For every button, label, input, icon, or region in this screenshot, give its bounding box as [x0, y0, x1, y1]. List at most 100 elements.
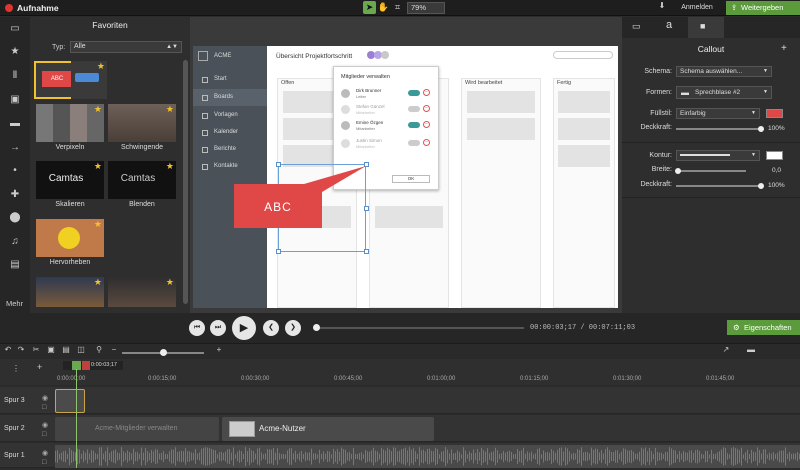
opacity2-label: Deckkraft:	[640, 181, 672, 188]
acme-nav-item: Kalender	[214, 129, 239, 135]
boards-icon	[202, 95, 208, 101]
remove-icon: −	[423, 105, 430, 112]
outline-opacity-knob[interactable]	[758, 183, 764, 189]
download-icon[interactable]: ⬇	[656, 1, 668, 14]
text-properties-tab[interactable]: a	[666, 19, 672, 31]
next-icon[interactable]: ❯	[285, 320, 301, 336]
opacity-slider[interactable]	[676, 128, 762, 130]
forms-select[interactable]: ▬ Sprechblase #2 ▼	[676, 86, 772, 99]
step-back-icon[interactable]: ⏮	[189, 320, 205, 336]
zoom-in-icon[interactable]: +	[213, 345, 225, 357]
hand-tool-icon[interactable]: ✋	[377, 1, 390, 14]
transitions-icon[interactable]: ▬	[7, 117, 23, 131]
annotations-icon[interactable]: ▣	[7, 93, 23, 107]
callout-properties-tab[interactable]: ■	[700, 21, 705, 31]
callout-thumb: ABC	[42, 71, 72, 87]
add-icon[interactable]: +	[781, 43, 787, 54]
playback-scrubber[interactable]	[316, 327, 524, 329]
timeline-toolbar	[0, 343, 800, 359]
zoom-select[interactable]: 79%	[407, 2, 445, 14]
media-icon[interactable]: ▭	[7, 22, 23, 36]
lock-icon[interactable]: □	[42, 459, 46, 466]
detach-icon[interactable]: ↗	[720, 345, 732, 357]
member-role: Leiter	[356, 94, 367, 99]
acme-nav-item: Start	[214, 76, 227, 82]
region-marker[interactable]	[82, 361, 90, 370]
chevron-down-icon: ▼	[763, 68, 768, 74]
timeline-zoom-knob[interactable]	[160, 349, 167, 356]
track-options-icon[interactable]: ⋮	[12, 364, 20, 373]
media-clip-faded[interactable]: Acme-Mitglieder verwalten	[55, 417, 219, 441]
column-header: Offen	[281, 80, 295, 86]
favorite-tile-landscape-1[interactable]: ★	[36, 277, 104, 307]
waveform	[55, 447, 800, 466]
undo-icon[interactable]: ↶	[2, 345, 14, 357]
add-track-icon[interactable]: +	[37, 362, 42, 372]
outline-color-swatch[interactable]	[766, 151, 783, 160]
type-select[interactable]: Alle ▲▼	[70, 41, 182, 53]
favorite-tile-landscape-2[interactable]: ★	[108, 277, 176, 307]
width-value[interactable]: 0,0	[772, 167, 781, 174]
resize-handle[interactable]	[276, 249, 281, 254]
audio-effects-icon[interactable]: ♫	[7, 235, 23, 249]
member-avatar	[341, 139, 350, 148]
zoom-out-icon[interactable]: −	[108, 345, 120, 357]
crop-tool-icon[interactable]: ⌗	[391, 1, 404, 14]
favorites-star-icon[interactable]: ★	[7, 45, 23, 59]
favorites-scrollbar[interactable]	[183, 60, 188, 304]
paste-icon[interactable]: ▤	[60, 345, 72, 357]
width-slider[interactable]	[676, 170, 746, 172]
previous-icon[interactable]: ❮	[263, 320, 279, 336]
schema-value: Schema auswählen...	[680, 68, 743, 75]
eye-icon[interactable]: ◉	[42, 421, 48, 429]
voice-narration-icon[interactable]: ⬤	[7, 211, 23, 225]
outline-opacity-slider[interactable]	[676, 185, 762, 187]
zoom-icon[interactable]: ⚲	[93, 345, 105, 357]
contacts-icon	[202, 164, 208, 170]
resize-handle[interactable]	[364, 249, 369, 254]
scrubber-knob[interactable]	[313, 324, 320, 331]
board-card	[558, 145, 610, 167]
behaviors-icon[interactable]: →	[7, 141, 23, 155]
play-button[interactable]: ▶	[232, 316, 256, 340]
width-slider-knob[interactable]	[675, 168, 681, 174]
visual-properties-tab[interactable]: ▭	[632, 21, 641, 32]
interactivity-icon[interactable]: ▤	[7, 258, 23, 272]
audio-clip[interactable]	[55, 445, 800, 468]
fill-color-swatch[interactable]	[766, 109, 783, 118]
favorite-tile-fade[interactable]: Camtas ★	[108, 161, 176, 199]
share-button[interactable]: ⇪ Weitergeben	[726, 1, 800, 15]
schema-select[interactable]: Schema auswählen... ▼	[676, 66, 772, 77]
redo-icon[interactable]: ↷	[15, 345, 27, 357]
favorite-tile-highlight[interactable]: ★	[36, 219, 104, 257]
favorite-tile-scale[interactable]: Camtas ★	[36, 161, 104, 199]
eye-icon[interactable]: ◉	[42, 394, 48, 402]
split-icon[interactable]: ◫	[75, 345, 87, 357]
more-button[interactable]: Mehr	[6, 299, 23, 308]
cut-icon[interactable]: ✂	[30, 345, 42, 357]
copy-icon[interactable]: ▣	[45, 345, 57, 357]
fill-select[interactable]: Einfarbig ▼	[676, 108, 760, 119]
cursor-effects-icon[interactable]: ✚	[7, 188, 23, 202]
eye-icon[interactable]: ◉	[42, 449, 48, 457]
favorite-tile-pixelate[interactable]: ★	[36, 104, 104, 142]
highlight-circle	[58, 227, 80, 249]
lock-icon[interactable]: □	[42, 404, 46, 411]
callout-shape[interactable]	[234, 164, 370, 234]
collapse-icon[interactable]: ▬	[745, 345, 757, 357]
callout-clip[interactable]	[55, 389, 85, 413]
opacity-slider-knob[interactable]	[758, 126, 764, 132]
animations-icon[interactable]: •	[7, 164, 23, 178]
library-icon[interactable]: Ⅱ	[7, 69, 23, 83]
select-tool-icon[interactable]: ➤	[363, 1, 376, 14]
favorite-tile-swing[interactable]: ★	[108, 104, 176, 142]
favorite-tile-arrow[interactable]: ★	[71, 61, 107, 99]
member-avatar	[341, 121, 350, 130]
outline-select[interactable]: ▼	[676, 150, 760, 161]
login-button[interactable]: Anmelden	[674, 2, 720, 14]
lock-icon[interactable]: □	[42, 431, 46, 438]
callout-text[interactable]: ABC	[234, 200, 322, 214]
properties-button[interactable]: ⚙ Eigenschaften	[727, 320, 800, 335]
step-forward-icon[interactable]: ⏭	[210, 320, 226, 336]
arrow-thumb	[75, 73, 99, 82]
